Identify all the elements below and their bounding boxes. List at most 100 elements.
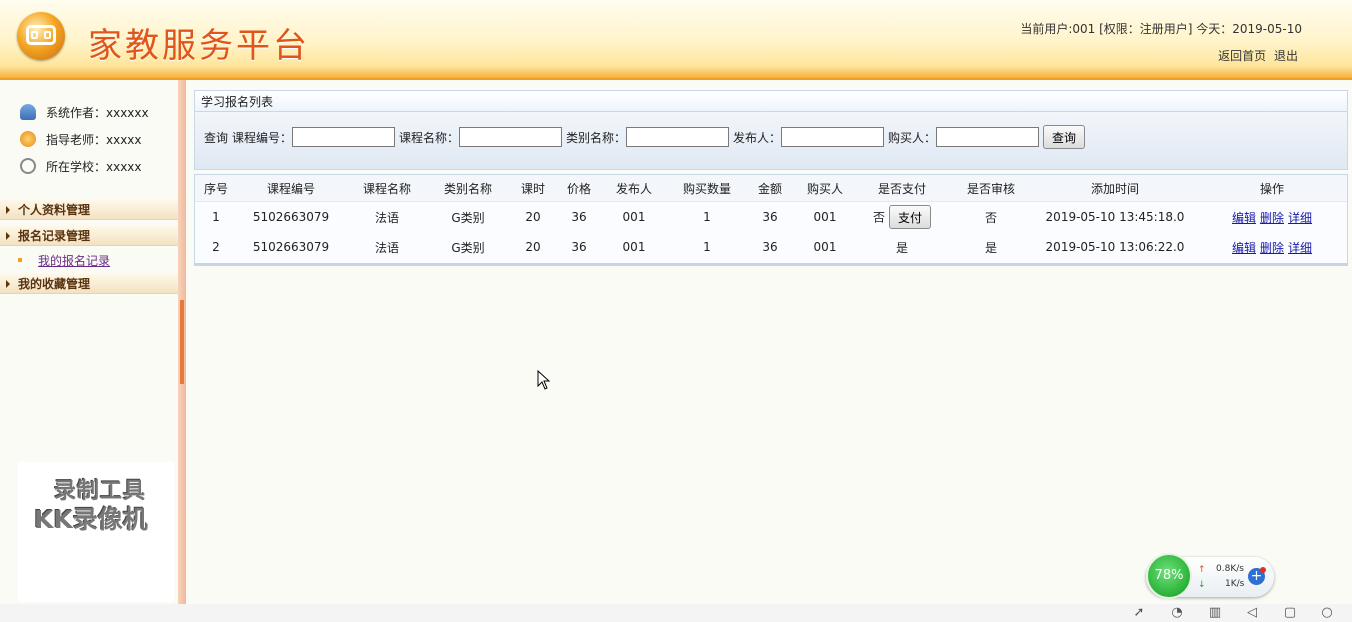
paid-status: 否 <box>872 210 885 225</box>
col-header: 课程编号 <box>237 175 345 202</box>
col-header: 课时 <box>507 175 559 202</box>
category-name-input[interactable] <box>626 127 729 147</box>
col-header: 购买数量 <box>669 175 745 202</box>
upload-arrow-icon: ↑ <box>1198 565 1206 575</box>
col-header: 操作 <box>1197 175 1347 202</box>
cell-code: 5102663079 <box>252 210 330 224</box>
delete-link[interactable]: 删除 <box>1260 241 1284 255</box>
search-button[interactable]: 查询 <box>1043 125 1085 149</box>
window-icon[interactable]: ▢ <box>1283 606 1297 620</box>
download-speed: 1K/s <box>1225 579 1245 589</box>
upload-speed: 0.8K/s <box>1216 564 1244 574</box>
school-info: 所在学校：xxxxx <box>20 156 142 176</box>
cell-audited: 否 <box>984 210 997 225</box>
edit-link[interactable]: 编辑 <box>1232 211 1256 225</box>
bullet-icon <box>18 258 22 262</box>
col-header: 添加时间 <box>1033 175 1197 202</box>
download-arrow-icon: ↓ <box>1198 580 1206 590</box>
cell-amount: 36 <box>762 210 778 224</box>
speedometer-icon[interactable]: ◔ <box>1170 606 1184 620</box>
cell-time: 2019-05-10 13:06:22.0 <box>1045 240 1185 254</box>
current-user-info: 当前用户:001 [权限：注册用户] 今天：2019-05-10 <box>1020 22 1302 36</box>
cell-time: 2019-05-10 13:45:18.0 <box>1045 210 1185 224</box>
detail-link[interactable]: 详细 <box>1288 211 1312 225</box>
col-header: 序号 <box>195 175 237 202</box>
splitter-handle[interactable] <box>180 300 184 384</box>
logo-icon <box>17 12 65 60</box>
cell-qty: 1 <box>703 210 711 224</box>
table-row: 1 5102663079 法语 G类别 20 36 001 1 36 001 否… <box>195 202 1347 233</box>
col-header: 发布人 <box>599 175 669 202</box>
teacher-icon <box>20 131 36 147</box>
course-code-input[interactable] <box>292 127 395 147</box>
course-name-input[interactable] <box>459 127 562 147</box>
notification-dot <box>1260 567 1266 573</box>
menu-favorites-management[interactable]: 我的收藏管理 <box>0 274 178 294</box>
site-title: 家教服务平台 <box>88 26 310 66</box>
menu-profile-management[interactable]: 个人资料管理 <box>0 200 178 220</box>
col-header: 类别名称 <box>429 175 507 202</box>
cell-no: 2 <box>212 240 220 254</box>
cell-name: 法语 <box>374 240 399 255</box>
pay-button[interactable]: 支付 <box>889 205 931 229</box>
home-link[interactable]: 返回首页 <box>1218 49 1266 63</box>
cell-hours: 20 <box>525 210 541 224</box>
detail-link[interactable]: 详细 <box>1288 241 1312 255</box>
cell-publisher: 001 <box>622 210 646 224</box>
course-code-label: 课程编号： <box>232 131 293 145</box>
publisher-label: 发布人： <box>733 131 782 145</box>
top-links: 返回首页 退出 <box>1214 47 1298 64</box>
rocket-icon[interactable]: ➚ <box>1132 606 1146 620</box>
logout-link[interactable]: 退出 <box>1274 49 1298 63</box>
course-name-label: 课程名称： <box>399 131 460 145</box>
enrollment-table: 序号 课程编号 课程名称 类别名称 课时 价格 发布人 购买数量 金额 购买人 … <box>194 174 1348 266</box>
mouse-cursor-icon <box>537 370 551 390</box>
speaker-icon[interactable]: ◁ <box>1245 606 1259 620</box>
table-row: 2 5102663079 法语 G类别 20 36 001 1 36 001 是… <box>195 232 1347 262</box>
cell-ops: 编辑 删除 详细 <box>1197 232 1347 262</box>
publisher-input[interactable] <box>781 127 884 147</box>
cell-paid: 否支付 <box>855 202 949 233</box>
trash-icon[interactable]: ▥ <box>1208 606 1222 620</box>
col-header: 金额 <box>745 175 795 202</box>
cell-name: 法语 <box>374 210 399 225</box>
my-enrollment-link[interactable]: 我的报名记录 <box>38 252 110 269</box>
cell-buyer: 001 <box>813 240 837 254</box>
bottom-toolbar <box>0 604 1352 622</box>
col-header: 课程名称 <box>345 175 429 202</box>
col-header: 购买人 <box>795 175 855 202</box>
memory-usage-indicator[interactable]: 78% <box>1146 553 1192 599</box>
cell-publisher: 001 <box>622 240 646 254</box>
edit-link[interactable]: 编辑 <box>1232 241 1256 255</box>
buyer-input[interactable] <box>936 127 1039 147</box>
cell-audited: 是 <box>984 240 997 255</box>
teacher-info: 指导老师：xxxxx <box>20 129 142 149</box>
school-icon <box>20 158 36 174</box>
col-header: 价格 <box>559 175 599 202</box>
col-header: 是否审核 <box>949 175 1033 202</box>
category-name-label: 类别名称： <box>566 131 627 145</box>
panel-title: 学习报名列表 <box>194 90 1348 112</box>
cell-category: G类别 <box>451 240 485 255</box>
cell-buyer: 001 <box>813 210 837 224</box>
author-info: 系统作者：xxxxxx <box>20 102 149 122</box>
watermark-line2: KK录像机 <box>34 505 148 534</box>
cell-price: 36 <box>571 210 587 224</box>
cell-hours: 20 <box>525 240 541 254</box>
delete-link[interactable]: 删除 <box>1260 211 1284 225</box>
cell-qty: 1 <box>703 240 711 254</box>
cell-price: 36 <box>571 240 587 254</box>
menu-enrollment-management[interactable]: 报名记录管理 <box>0 226 178 246</box>
cell-paid: 是 <box>895 240 908 255</box>
cell-ops: 编辑 删除 详细 <box>1197 202 1347 233</box>
cell-category: G类别 <box>451 210 485 225</box>
buyer-label: 购买人： <box>888 131 937 145</box>
col-header: 是否支付 <box>855 175 949 202</box>
cell-amount: 36 <box>762 240 778 254</box>
cell-no: 1 <box>212 210 220 224</box>
table-header-row: 序号 课程编号 课程名称 类别名称 课时 价格 发布人 购买数量 金额 购买人 … <box>195 175 1347 202</box>
search-icon[interactable]: ○ <box>1320 606 1334 620</box>
search-prefix: 查询 <box>204 131 229 145</box>
cell-code: 5102663079 <box>252 240 330 254</box>
header-bar: 家教服务平台 当前用户:001 [权限：注册用户] 今天：2019-05-10 … <box>0 0 1352 80</box>
